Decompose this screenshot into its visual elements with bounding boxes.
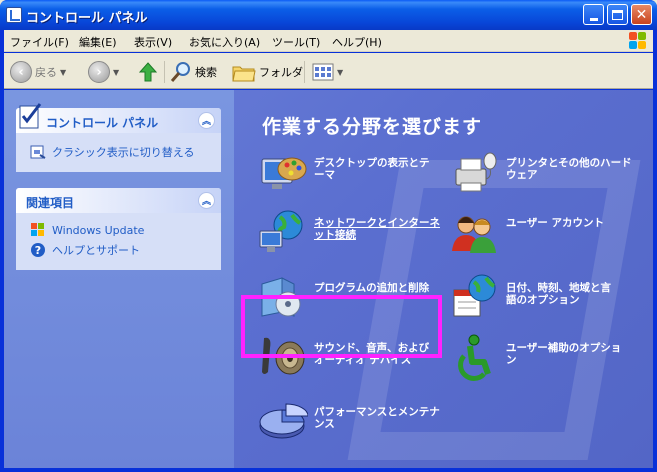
menu-view[interactable]: 表示(V): [134, 34, 172, 50]
panel-title: コントロール パネル: [46, 116, 159, 130]
printer-icon: [455, 152, 497, 192]
toolbar-separator: [304, 61, 305, 83]
switch-classic-view-link[interactable]: クラシック表示に切り替える: [30, 144, 194, 160]
category-accessibility[interactable]: ユーザー補助のオプション: [450, 332, 621, 382]
category-label: 日付、時刻、地域と言 語のオプション: [506, 282, 611, 306]
menu-file[interactable]: ファイル(F): [10, 34, 69, 50]
category-printers-hardware[interactable]: プリンタとその他のハード ウェア: [450, 147, 632, 197]
forward-arrow-icon: ›: [88, 61, 110, 83]
category-label: パフォーマンスとメンテナ ンス: [314, 406, 440, 430]
up-arrow-icon: [138, 62, 158, 82]
category-label: ネットワークとインターネ ット接続: [314, 217, 440, 241]
help-support-label: ヘルプとサポート: [52, 244, 140, 257]
title-bar[interactable]: コントロール パネル ✕: [0, 0, 657, 30]
views-dropdown-icon[interactable]: ▼: [337, 68, 343, 77]
search-icon: [170, 62, 190, 82]
close-button[interactable]: ✕: [631, 4, 652, 25]
toolbar: ‹ 戻る ▼ › ▼ 検索 フォルダ ▼: [4, 53, 653, 89]
back-dropdown-icon[interactable]: ▼: [60, 68, 66, 77]
desktop-appearance-icon: [261, 157, 307, 189]
content-area: コントロール パネル ︽ クラシック表示に切り替える 関連項目 ︽ Window…: [4, 90, 653, 468]
category-label: プログラムの追加と削除: [314, 282, 430, 294]
back-button[interactable]: ‹ 戻る ▼: [10, 59, 66, 85]
collapse-chevron-icon[interactable]: ︽: [198, 112, 215, 129]
views-button[interactable]: ▼: [312, 59, 343, 85]
search-label: 検索: [195, 66, 217, 79]
category-desktop-appearance[interactable]: デスクトップの表示とテ ーマ: [258, 147, 430, 197]
forward-button[interactable]: › ▼: [88, 59, 119, 85]
network-globe-icon: [259, 210, 303, 252]
category-performance-maintenance[interactable]: パフォーマンスとメンテナ ンス: [258, 396, 440, 446]
back-label: 戻る: [35, 66, 57, 79]
search-button[interactable]: 検索: [170, 59, 217, 85]
panel-title: 関連項目: [26, 196, 75, 210]
accessibility-icon: [458, 334, 491, 381]
up-folder-button[interactable]: [137, 59, 159, 85]
highlight-box: [241, 295, 442, 358]
forward-dropdown-icon[interactable]: ▼: [113, 68, 119, 77]
windows-logo-icon: [629, 32, 647, 50]
toolbar-separator: [164, 61, 165, 83]
maximize-icon: [612, 9, 623, 20]
user-accounts-icon: [452, 216, 496, 253]
performance-pie-icon: [259, 403, 308, 439]
menu-edit[interactable]: 編集(E): [79, 34, 117, 50]
close-icon: ✕: [635, 6, 648, 23]
category-label: デスクトップの表示とテ ーマ: [314, 157, 430, 181]
minimize-icon: [589, 17, 598, 21]
classic-view-icon: [30, 145, 46, 159]
task-sidebar: コントロール パネル ︽ クラシック表示に切り替える 関連項目 ︽ Window…: [4, 90, 234, 468]
menu-help[interactable]: ヘルプ(H): [332, 34, 382, 50]
svg-text:?: ?: [35, 244, 41, 257]
panel-header[interactable]: コントロール パネル ︽: [16, 103, 221, 133]
control-panel-task-panel: コントロール パネル ︽ クラシック表示に切り替える: [16, 103, 221, 172]
windows-update-icon: [31, 223, 44, 236]
category-user-accounts[interactable]: ユーザー アカウント: [450, 207, 604, 257]
help-support-link[interactable]: ? ヘルプとサポート: [30, 242, 140, 258]
folders-button[interactable]: フォルダ: [232, 59, 303, 85]
switch-classic-view-label: クラシック表示に切り替える: [52, 146, 195, 159]
menu-favorites[interactable]: お気に入り(A): [189, 34, 260, 50]
related-topics-panel: 関連項目 ︽ Windows Update ? ヘルプとサポート: [16, 188, 221, 270]
windows-update-link[interactable]: Windows Update: [30, 222, 144, 238]
folders-label: フォルダ: [259, 66, 303, 79]
panel-header[interactable]: 関連項目 ︽: [16, 188, 221, 213]
folder-icon: [232, 66, 256, 82]
control-panel-window: コントロール パネル ✕ ファイル(F) 編集(E) 表示(V) お気に入り(A…: [0, 0, 657, 472]
category-date-time-region[interactable]: 日付、時刻、地域と言 語のオプション: [450, 272, 611, 322]
menu-bar: ファイル(F) 編集(E) 表示(V) お気に入り(A) ツール(T) ヘルプ(…: [4, 30, 653, 52]
window-title: コントロール パネル: [26, 11, 148, 26]
maximize-button[interactable]: [607, 4, 628, 25]
control-panel-checklist-icon: [19, 103, 42, 129]
category-label: プリンタとその他のハード ウェア: [506, 157, 632, 181]
date-time-globe-icon: [453, 274, 496, 317]
windows-update-label: Windows Update: [52, 223, 145, 237]
category-network-internet[interactable]: ネットワークとインターネ ット接続: [258, 207, 440, 257]
minimize-button[interactable]: [583, 4, 604, 25]
page-title: 作業する分野を選びます: [262, 116, 483, 138]
category-label: ユーザー補助のオプション: [506, 342, 622, 366]
collapse-chevron-icon[interactable]: ︽: [198, 192, 215, 209]
control-panel-app-icon: [6, 7, 22, 23]
category-label: ユーザー アカウント: [506, 217, 604, 229]
menu-tools[interactable]: ツール(T): [272, 34, 320, 50]
views-grid-icon: [312, 63, 334, 81]
back-arrow-icon: ‹: [10, 61, 32, 83]
help-question-icon: ?: [31, 243, 45, 257]
